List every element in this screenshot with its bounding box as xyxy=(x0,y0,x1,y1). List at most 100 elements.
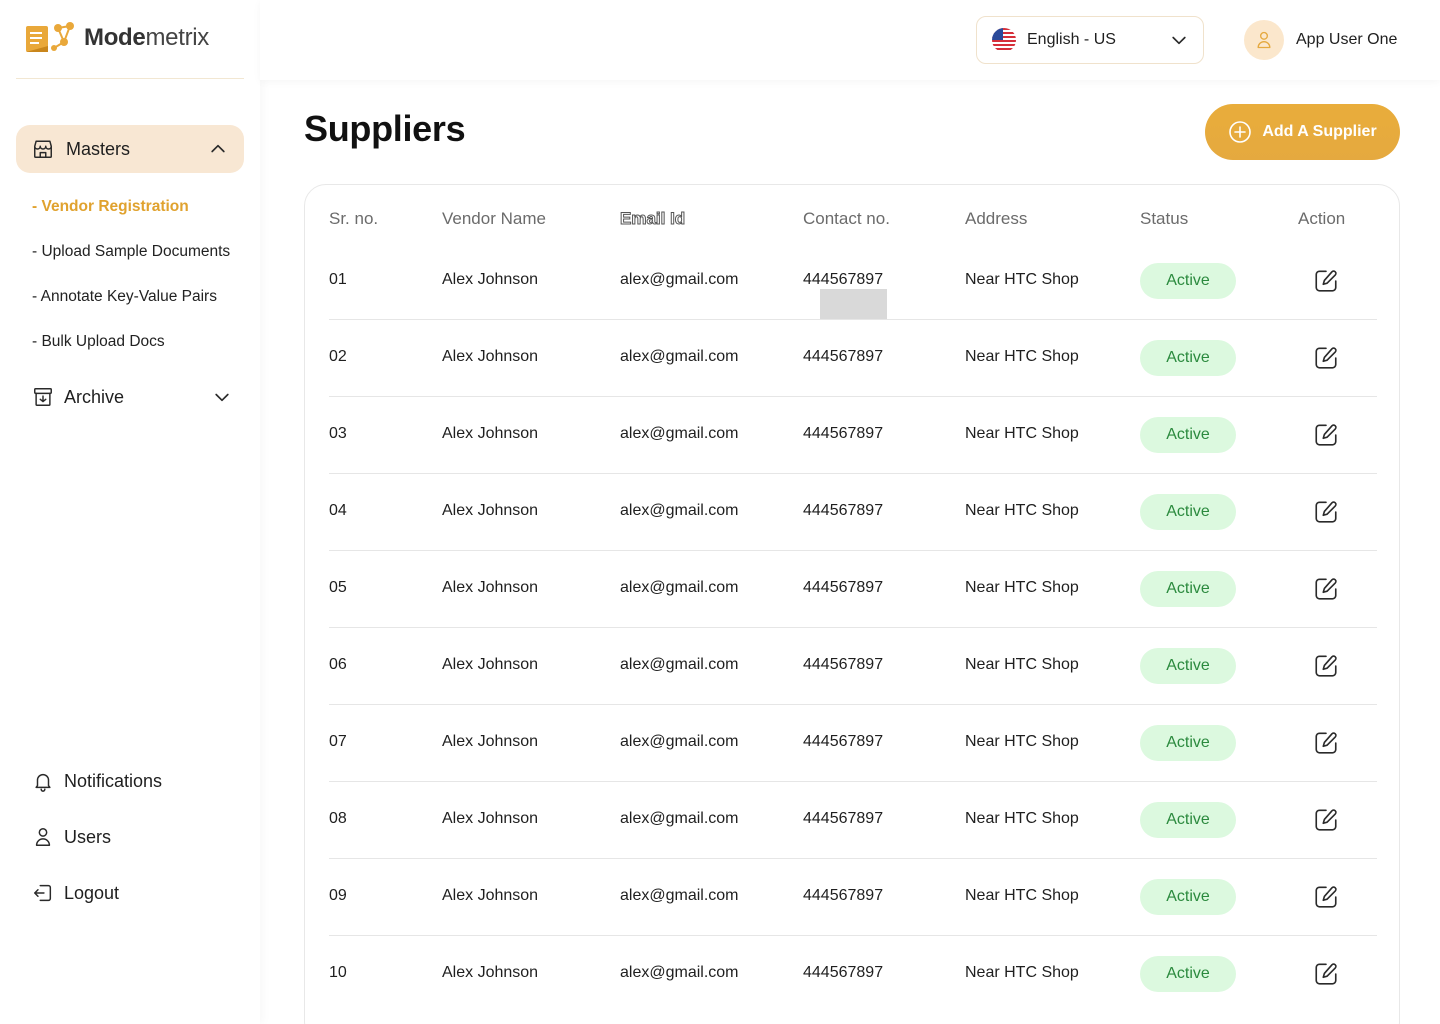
language-label: English - US xyxy=(1027,31,1116,48)
cell-email: alex@gmail.com xyxy=(620,887,739,904)
cell-email: alex@gmail.com xyxy=(620,656,739,673)
cell-address: Near HTC Shop xyxy=(965,502,1079,519)
app-logo[interactable]: Modemetrix xyxy=(24,20,209,56)
status-badge: Active xyxy=(1140,648,1236,684)
nav-archive[interactable]: Archive xyxy=(32,383,232,411)
edit-icon[interactable] xyxy=(1313,653,1339,679)
cell-address: Near HTC Shop xyxy=(965,964,1079,981)
status-badge: Active xyxy=(1140,417,1236,453)
cell-contact-no: 444567897 xyxy=(803,733,884,750)
status-badge: Active xyxy=(1140,802,1236,838)
cell-contact-no: 444567897 xyxy=(803,656,884,673)
nav-notifications-label: Notifications xyxy=(64,770,163,791)
add-supplier-button[interactable]: Add A Supplier xyxy=(1205,104,1400,160)
status-badge: Active xyxy=(1140,340,1236,376)
cell-vendor-name: Alex Johnson xyxy=(442,425,539,442)
edit-icon[interactable] xyxy=(1313,730,1339,756)
edit-icon[interactable] xyxy=(1313,422,1339,448)
cell-address: Near HTC Shop xyxy=(965,733,1079,750)
cell-sr-no: 10 xyxy=(329,964,347,981)
cell-address: Near HTC Shop xyxy=(965,656,1079,673)
cell-email: alex@gmail.com xyxy=(620,733,739,750)
chevron-down-icon xyxy=(1169,30,1189,50)
table-row: 06 Alex Johnson alex@gmail.com 444567897 Nea… xyxy=(329,628,1377,705)
language-selector[interactable]: English - US xyxy=(976,16,1204,64)
cell-address: Near HTC Shop xyxy=(965,887,1079,904)
cell-contact-no: 444567897 xyxy=(803,810,884,827)
tooltip-placeholder xyxy=(820,289,887,319)
edit-icon[interactable] xyxy=(1313,268,1339,294)
cell-email: alex@gmail.com xyxy=(620,425,739,442)
nav-users[interactable]: Users xyxy=(32,823,111,851)
table-row: 03 Alex Johnson alex@gmail.com 444567897 Nea… xyxy=(329,397,1377,474)
edit-icon[interactable] xyxy=(1313,576,1339,602)
avatar xyxy=(1244,20,1284,60)
status-badge: Active xyxy=(1140,571,1236,607)
cell-sr-no: 05 xyxy=(329,579,347,596)
table-row: 08 Alex Johnson alex@gmail.com 444567897 Nea… xyxy=(329,782,1377,859)
cell-sr-no: 01 xyxy=(329,271,347,288)
edit-icon[interactable] xyxy=(1313,884,1339,910)
cell-vendor-name: Alex Johnson xyxy=(442,271,539,288)
cell-sr-no: 07 xyxy=(329,733,347,750)
cell-email: alex@gmail.com xyxy=(620,964,739,981)
cell-sr-no: 03 xyxy=(329,425,347,442)
user-icon xyxy=(1257,31,1271,49)
edit-icon[interactable] xyxy=(1313,961,1339,987)
header-vendor-name[interactable]: Vendor Name xyxy=(442,209,546,229)
user-menu[interactable]: App User One xyxy=(1244,20,1397,60)
header-email-id[interactable]: Email Id xyxy=(619,209,685,229)
edit-icon[interactable] xyxy=(1313,345,1339,371)
cell-vendor-name: Alex Johnson xyxy=(442,502,539,519)
status-badge: Active xyxy=(1140,494,1236,530)
header-status[interactable]: Status xyxy=(1140,209,1188,229)
table-row: 09 Alex Johnson alex@gmail.com 444567897 Nea… xyxy=(329,859,1377,936)
topbar: English - US App User One xyxy=(260,0,1440,80)
cell-contact-no: 444567897 xyxy=(803,887,884,904)
status-badge: Active xyxy=(1140,263,1236,299)
plus-circle-icon xyxy=(1228,120,1252,144)
logout-icon xyxy=(32,882,54,904)
cell-vendor-name: Alex Johnson xyxy=(442,964,539,981)
header-action: Action xyxy=(1298,209,1346,228)
user-icon xyxy=(32,826,54,848)
cell-address: Near HTC Shop xyxy=(965,348,1079,365)
page-title: Suppliers xyxy=(304,108,466,149)
table-row: 02 Alex Johnson alex@gmail.com 444567897 Nea… xyxy=(329,320,1377,397)
status-badge: Active xyxy=(1140,879,1236,915)
chevron-down-icon[interactable] xyxy=(212,387,232,407)
cell-sr-no: 02 xyxy=(329,348,347,365)
cell-contact-no: 444567897 xyxy=(803,271,884,288)
cell-vendor-name: Alex Johnson xyxy=(442,810,539,827)
sub-item-upload-sample-documents[interactable]: - Upload Sample Documents xyxy=(32,243,230,261)
nav-users-label: Users xyxy=(64,826,112,847)
nav-masters[interactable]: Masters xyxy=(16,125,244,173)
status-badge: Active xyxy=(1140,725,1236,761)
nav-logout[interactable]: Logout xyxy=(32,879,119,907)
chevron-up-icon[interactable] xyxy=(208,139,228,159)
cell-contact-no: 444567897 xyxy=(803,348,884,365)
header-address[interactable]: Address xyxy=(965,209,1027,229)
user-name: App User One xyxy=(1296,31,1398,48)
logo-divider xyxy=(16,78,244,79)
sub-item-bulk-upload-docs[interactable]: - Bulk Upload Docs xyxy=(32,333,165,351)
edit-icon[interactable] xyxy=(1313,499,1339,525)
nav-notifications[interactable]: Notifications xyxy=(32,767,162,795)
cell-address: Near HTC Shop xyxy=(965,425,1079,442)
nav-logout-label: Logout xyxy=(64,882,120,903)
cell-contact-no: 444567897 xyxy=(803,964,884,981)
cell-sr-no: 06 xyxy=(329,656,347,673)
header-contact-no[interactable]: Contact no. xyxy=(803,209,890,229)
nav-masters-label: Masters xyxy=(66,138,131,159)
add-supplier-label: Add A Supplier xyxy=(1262,123,1377,140)
edit-icon[interactable] xyxy=(1313,807,1339,833)
header-sr-no[interactable]: Sr. no. xyxy=(329,209,378,229)
table-row: 04 Alex Johnson alex@gmail.com 444567897 Nea… xyxy=(329,474,1377,551)
cell-vendor-name: Alex Johnson xyxy=(442,656,539,673)
cell-email: alex@gmail.com xyxy=(620,271,739,288)
sub-item-vendor-registration[interactable]: - Vendor Registration xyxy=(32,198,189,216)
bell-icon xyxy=(32,770,54,792)
table-header: Sr. no. Vendor Name Email Id Contact no.… xyxy=(329,209,1377,233)
table-row: 10 Alex Johnson alex@gmail.com 444567897 Nea… xyxy=(329,936,1377,1013)
sub-item-annotate-key-value-pairs[interactable]: - Annotate Key-Value Pairs xyxy=(32,288,217,306)
